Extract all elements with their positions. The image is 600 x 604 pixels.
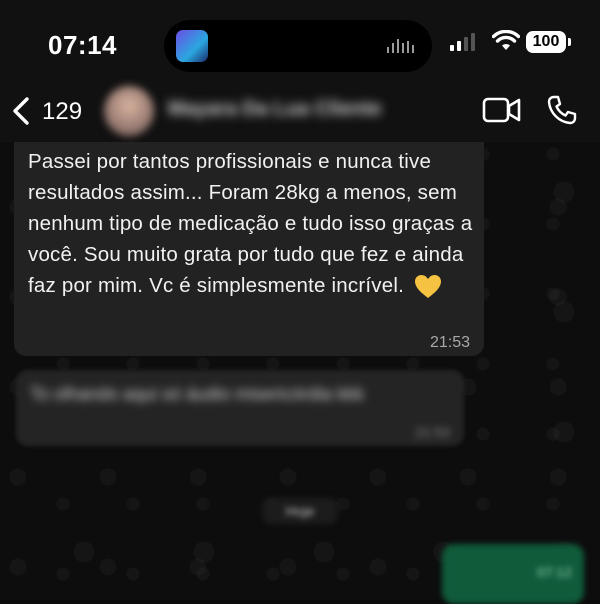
message-time: 21:53 (429, 334, 470, 351)
message-bubble-outgoing[interactable]: 07:12 (442, 544, 584, 604)
clock: 07:14 (48, 30, 117, 60)
battery-tip (568, 38, 571, 46)
date-separator-label: Hoje (285, 503, 315, 519)
avatar[interactable] (104, 86, 154, 136)
date-separator: Hoje (262, 498, 338, 524)
blurred-message-text: To olhando aqui só áudio misericórdia kk… (30, 384, 365, 404)
signal-icon (450, 33, 475, 51)
yellow-heart-icon (414, 274, 441, 298)
blurred-message-time: 21:53 (414, 424, 450, 440)
wifi-icon (492, 30, 520, 50)
video-call-icon[interactable] (482, 96, 522, 124)
message-body: Passei por tantos profissionais e nunca … (28, 150, 473, 297)
back-chevron-icon[interactable] (10, 96, 32, 126)
message-bubble-blurred[interactable]: To olhando aqui só áudio misericórdia kk… (16, 370, 464, 446)
chat-header: 129 Mayara Da Lua Cliente (0, 78, 600, 142)
phone-call-icon[interactable] (546, 94, 578, 126)
unread-count[interactable]: 129 (42, 98, 82, 126)
message-bubble-incoming[interactable]: Passei por tantos profissionais e nunca … (14, 142, 484, 356)
contact-name[interactable]: Mayara Da Lua Cliente (168, 98, 381, 121)
now-playing-app-icon (176, 30, 208, 62)
outgoing-message-time: 07:12 (536, 564, 572, 580)
dynamic-island[interactable] (164, 20, 432, 72)
message-text: Passei por tantos profissionais e nunca … (28, 146, 478, 301)
audio-waveform-icon (387, 39, 414, 53)
battery-icon: 100 (526, 31, 566, 53)
